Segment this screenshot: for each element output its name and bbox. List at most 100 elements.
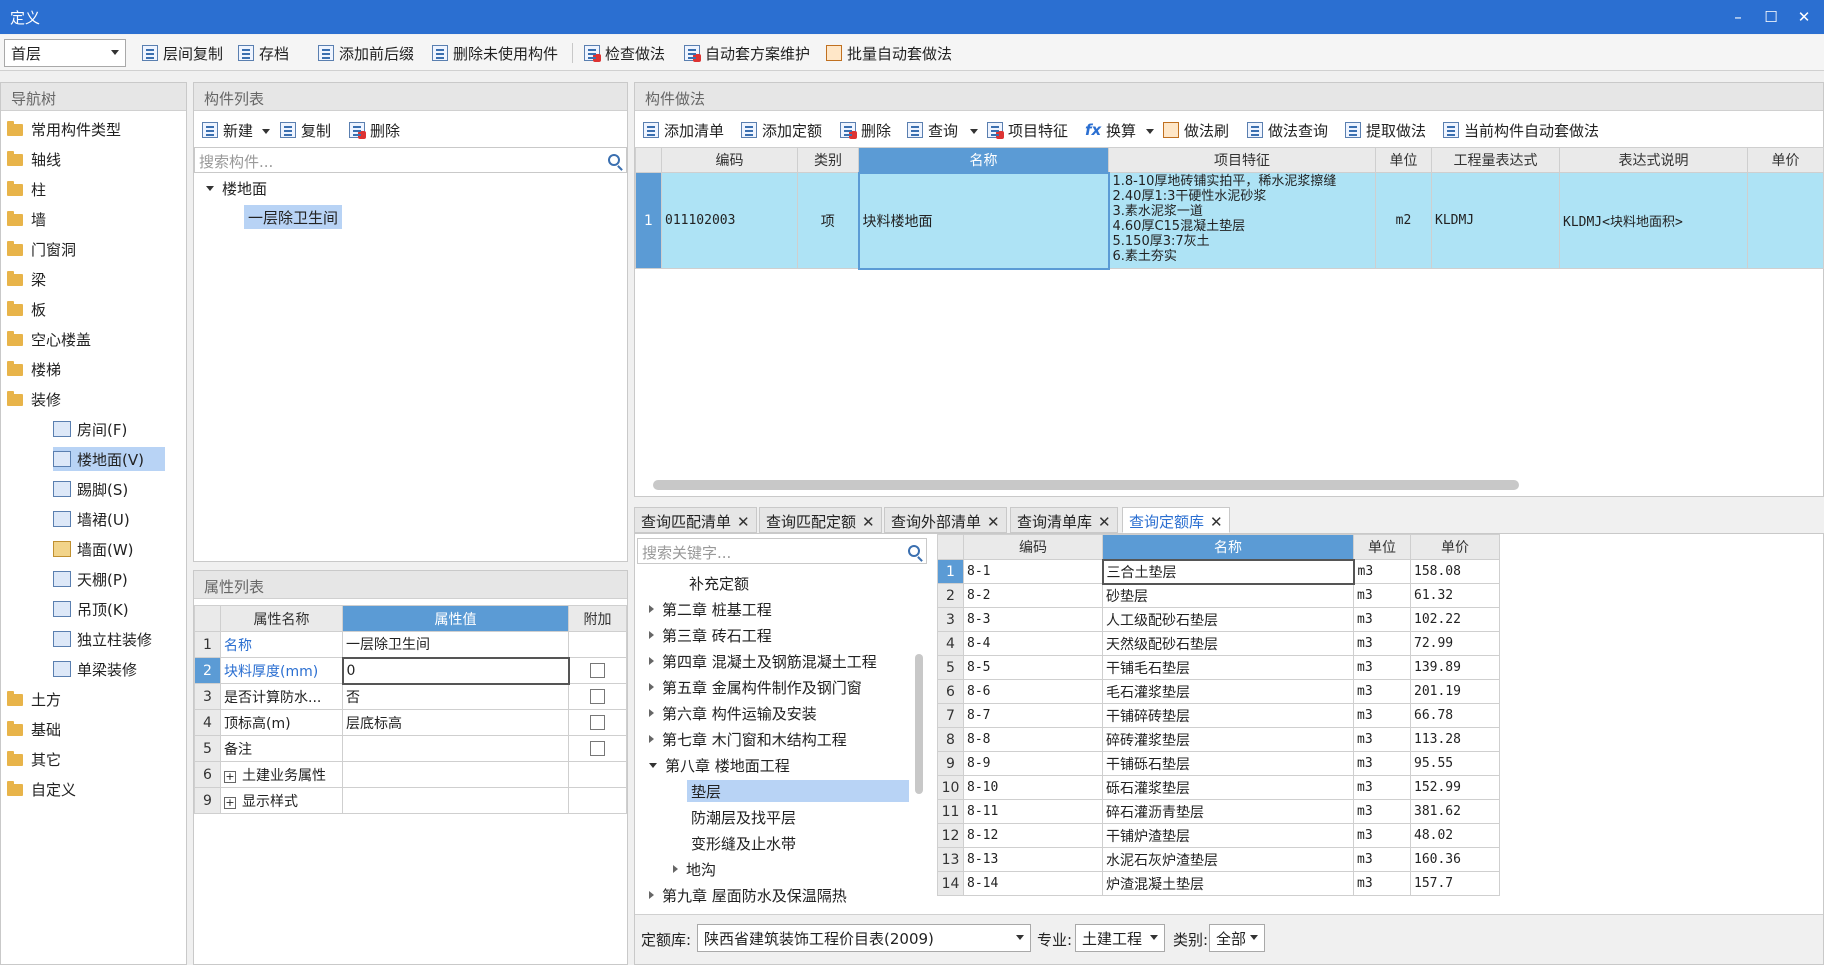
cell-unit[interactable]: m3 xyxy=(1353,847,1411,872)
nav-item-beam[interactable]: 梁 xyxy=(7,267,46,291)
cell-code[interactable]: 011102003 xyxy=(661,172,798,269)
nav-item-earthwork[interactable]: 土方 xyxy=(7,687,61,711)
table-row[interactable]: 6 + 土建业务属性 xyxy=(194,761,627,788)
cell-unit[interactable]: m3 xyxy=(1353,703,1411,728)
cell-price[interactable]: 48.02 xyxy=(1410,823,1500,848)
extract-method-button[interactable]: 提取做法 xyxy=(1345,119,1426,141)
delete-method-button[interactable]: 删除 xyxy=(840,119,891,141)
expand-icon[interactable]: + xyxy=(224,770,236,783)
tree-node[interactable]: 第七章 木门窗和木结构工程 xyxy=(649,728,847,750)
cell-name[interactable]: 干铺碎砖垫层 xyxy=(1102,703,1354,728)
cell-price[interactable] xyxy=(1747,172,1824,269)
collapse-icon[interactable] xyxy=(649,762,657,768)
copy-between-floors-button[interactable]: 层间复制 xyxy=(142,42,223,64)
cell-unit[interactable]: m3 xyxy=(1353,823,1411,848)
prop-value[interactable]: 一层除卫生间 xyxy=(342,631,569,658)
table-row[interactable]: 6 8-6 毛石灌浆垫层 m3 201.19 xyxy=(937,679,1500,704)
table-row[interactable]: 12 8-12 干铺炉渣垫层 m3 48.02 xyxy=(937,823,1500,848)
cell-name[interactable]: 三合土垫层 xyxy=(1101,558,1355,585)
new-component-button[interactable]: 新建 xyxy=(202,119,253,141)
cell-code[interactable]: 8-10 xyxy=(963,775,1103,800)
table-row[interactable]: 2 块料厚度(mm) 0 xyxy=(194,656,627,685)
cell-code[interactable]: 8-7 xyxy=(963,703,1103,728)
auto-scheme-button[interactable]: 自动套方案维护 xyxy=(684,42,810,64)
cell-code[interactable]: 8-4 xyxy=(963,631,1103,656)
cell-name[interactable]: 水泥石灰炉渣垫层 xyxy=(1102,847,1354,872)
expand-icon[interactable] xyxy=(649,631,654,639)
cell-price[interactable]: 381.62 xyxy=(1410,799,1500,824)
table-row[interactable]: 8 8-8 碎砖灌浆垫层 m3 113.28 xyxy=(937,727,1500,752)
cell-price[interactable]: 158.08 xyxy=(1410,559,1500,584)
cell-unit[interactable]: m3 xyxy=(1353,775,1411,800)
add-prefix-suffix-button[interactable]: 添加前后缀 xyxy=(318,42,414,64)
nav-item-hollow-slab[interactable]: 空心楼盖 xyxy=(7,327,91,351)
tree-node-floor[interactable]: 楼地面 xyxy=(206,177,267,199)
expand-icon[interactable] xyxy=(649,891,654,899)
cell-price[interactable]: 113.28 xyxy=(1410,727,1500,752)
cell-code[interactable]: 8-12 xyxy=(963,823,1103,848)
table-row[interactable]: 4 顶标高(m) 层底标高 xyxy=(194,709,627,736)
extra-checkbox[interactable] xyxy=(590,663,606,678)
tab-match-list[interactable]: 查询匹配清单 ✕ xyxy=(634,507,757,533)
cell-name[interactable]: 砂垫层 xyxy=(1102,583,1354,608)
tree-node-cushion[interactable]: 垫层 xyxy=(687,780,909,802)
expand-icon[interactable]: + xyxy=(224,796,236,809)
minimize-button[interactable]: – xyxy=(1727,6,1749,28)
cell-unit[interactable]: m3 xyxy=(1353,799,1411,824)
table-row[interactable]: 9 + 显示样式 xyxy=(194,787,627,814)
cell-code[interactable]: 8-9 xyxy=(963,751,1103,776)
cell-expr-desc[interactable]: KLDMJ<块料地面积> xyxy=(1559,172,1748,269)
table-row[interactable]: 1 011102003 项 块料楼地面 1.8-10厚地砖铺实拍平，稀水泥浆擦缝… xyxy=(635,171,1824,270)
cell-type[interactable]: 项 xyxy=(797,172,859,269)
batch-auto-button[interactable]: 批量自动套做法 xyxy=(826,42,952,64)
convert-dropdown-icon[interactable] xyxy=(1146,129,1154,134)
delete-unused-button[interactable]: 删除未使用构件 xyxy=(432,42,558,64)
nav-sub-ceiling[interactable]: 天棚(P) xyxy=(53,567,128,591)
expand-icon[interactable] xyxy=(649,683,654,691)
table-row[interactable]: 7 8-7 干铺碎砖垫层 m3 66.78 xyxy=(937,703,1500,728)
tree-node[interactable]: 第九章 屋面防水及保温隔热 xyxy=(649,884,847,906)
cell-unit[interactable]: m3 xyxy=(1353,655,1411,680)
extra-checkbox[interactable] xyxy=(590,741,605,756)
table-row[interactable]: 13 8-13 水泥石灰炉渣垫层 m3 160.36 xyxy=(937,847,1500,872)
close-icon[interactable]: ✕ xyxy=(1210,513,1223,531)
table-row[interactable]: 4 8-4 天然级配砂石垫层 m3 72.99 xyxy=(937,631,1500,656)
cell-code[interactable]: 8-13 xyxy=(963,847,1103,872)
table-row[interactable]: 3 是否计算防水... 否 xyxy=(194,683,627,710)
cell-price[interactable]: 201.19 xyxy=(1410,679,1500,704)
cell-code[interactable]: 8-1 xyxy=(963,559,1103,584)
expand-icon[interactable] xyxy=(649,657,654,665)
expand-icon[interactable] xyxy=(649,709,654,717)
cell-code[interactable]: 8-8 xyxy=(963,727,1103,752)
table-row[interactable]: 11 8-11 碎石灌沥青垫层 m3 381.62 xyxy=(937,799,1500,824)
tree-node[interactable]: 第八章 楼地面工程 xyxy=(649,754,790,776)
close-icon[interactable]: ✕ xyxy=(987,513,1000,531)
cell-unit[interactable]: m3 xyxy=(1353,559,1411,584)
tree-node[interactable]: 第四章 混凝土及钢筋混凝土工程 xyxy=(649,650,877,672)
cell-name[interactable]: 炉渣混凝土垫层 xyxy=(1102,871,1354,896)
table-row[interactable]: 2 8-2 砂垫层 m3 61.32 xyxy=(937,583,1500,608)
prop-value-input[interactable]: 0 xyxy=(341,656,570,685)
cell-name[interactable]: 毛石灌浆垫层 xyxy=(1102,679,1354,704)
query-button[interactable]: 查询 xyxy=(907,119,958,141)
table-row[interactable]: 5 8-5 干铺毛石垫层 m3 139.89 xyxy=(937,655,1500,680)
delete-component-button[interactable]: 删除 xyxy=(349,119,400,141)
close-icon[interactable]: ✕ xyxy=(1098,513,1111,531)
cell-price[interactable]: 139.89 xyxy=(1410,655,1500,680)
extra-checkbox[interactable] xyxy=(590,715,605,730)
nav-sub-floor-surface[interactable]: 楼地面(V) xyxy=(53,447,165,471)
nav-item-column[interactable]: 柱 xyxy=(7,177,46,201)
cell-unit[interactable]: m3 xyxy=(1353,727,1411,752)
spec-select[interactable]: 土建工程 xyxy=(1075,924,1165,952)
tree-node[interactable]: 补充定额 xyxy=(689,572,749,594)
nav-sub-room[interactable]: 房间(F) xyxy=(53,417,127,441)
tree-scrollbar[interactable] xyxy=(915,654,923,794)
collapse-icon[interactable] xyxy=(206,185,214,191)
nav-sub-beam-finish[interactable]: 单梁装修 xyxy=(53,657,137,681)
quota-lib-select[interactable]: 陕西省建筑装饰工程价目表(2009) xyxy=(697,924,1031,952)
nav-item-slab[interactable]: 板 xyxy=(7,297,46,321)
cell-price[interactable]: 72.99 xyxy=(1410,631,1500,656)
close-button[interactable]: ✕ xyxy=(1793,6,1815,28)
cell-code[interactable]: 8-11 xyxy=(963,799,1103,824)
tree-node[interactable]: 变形缝及止水带 xyxy=(691,832,796,854)
